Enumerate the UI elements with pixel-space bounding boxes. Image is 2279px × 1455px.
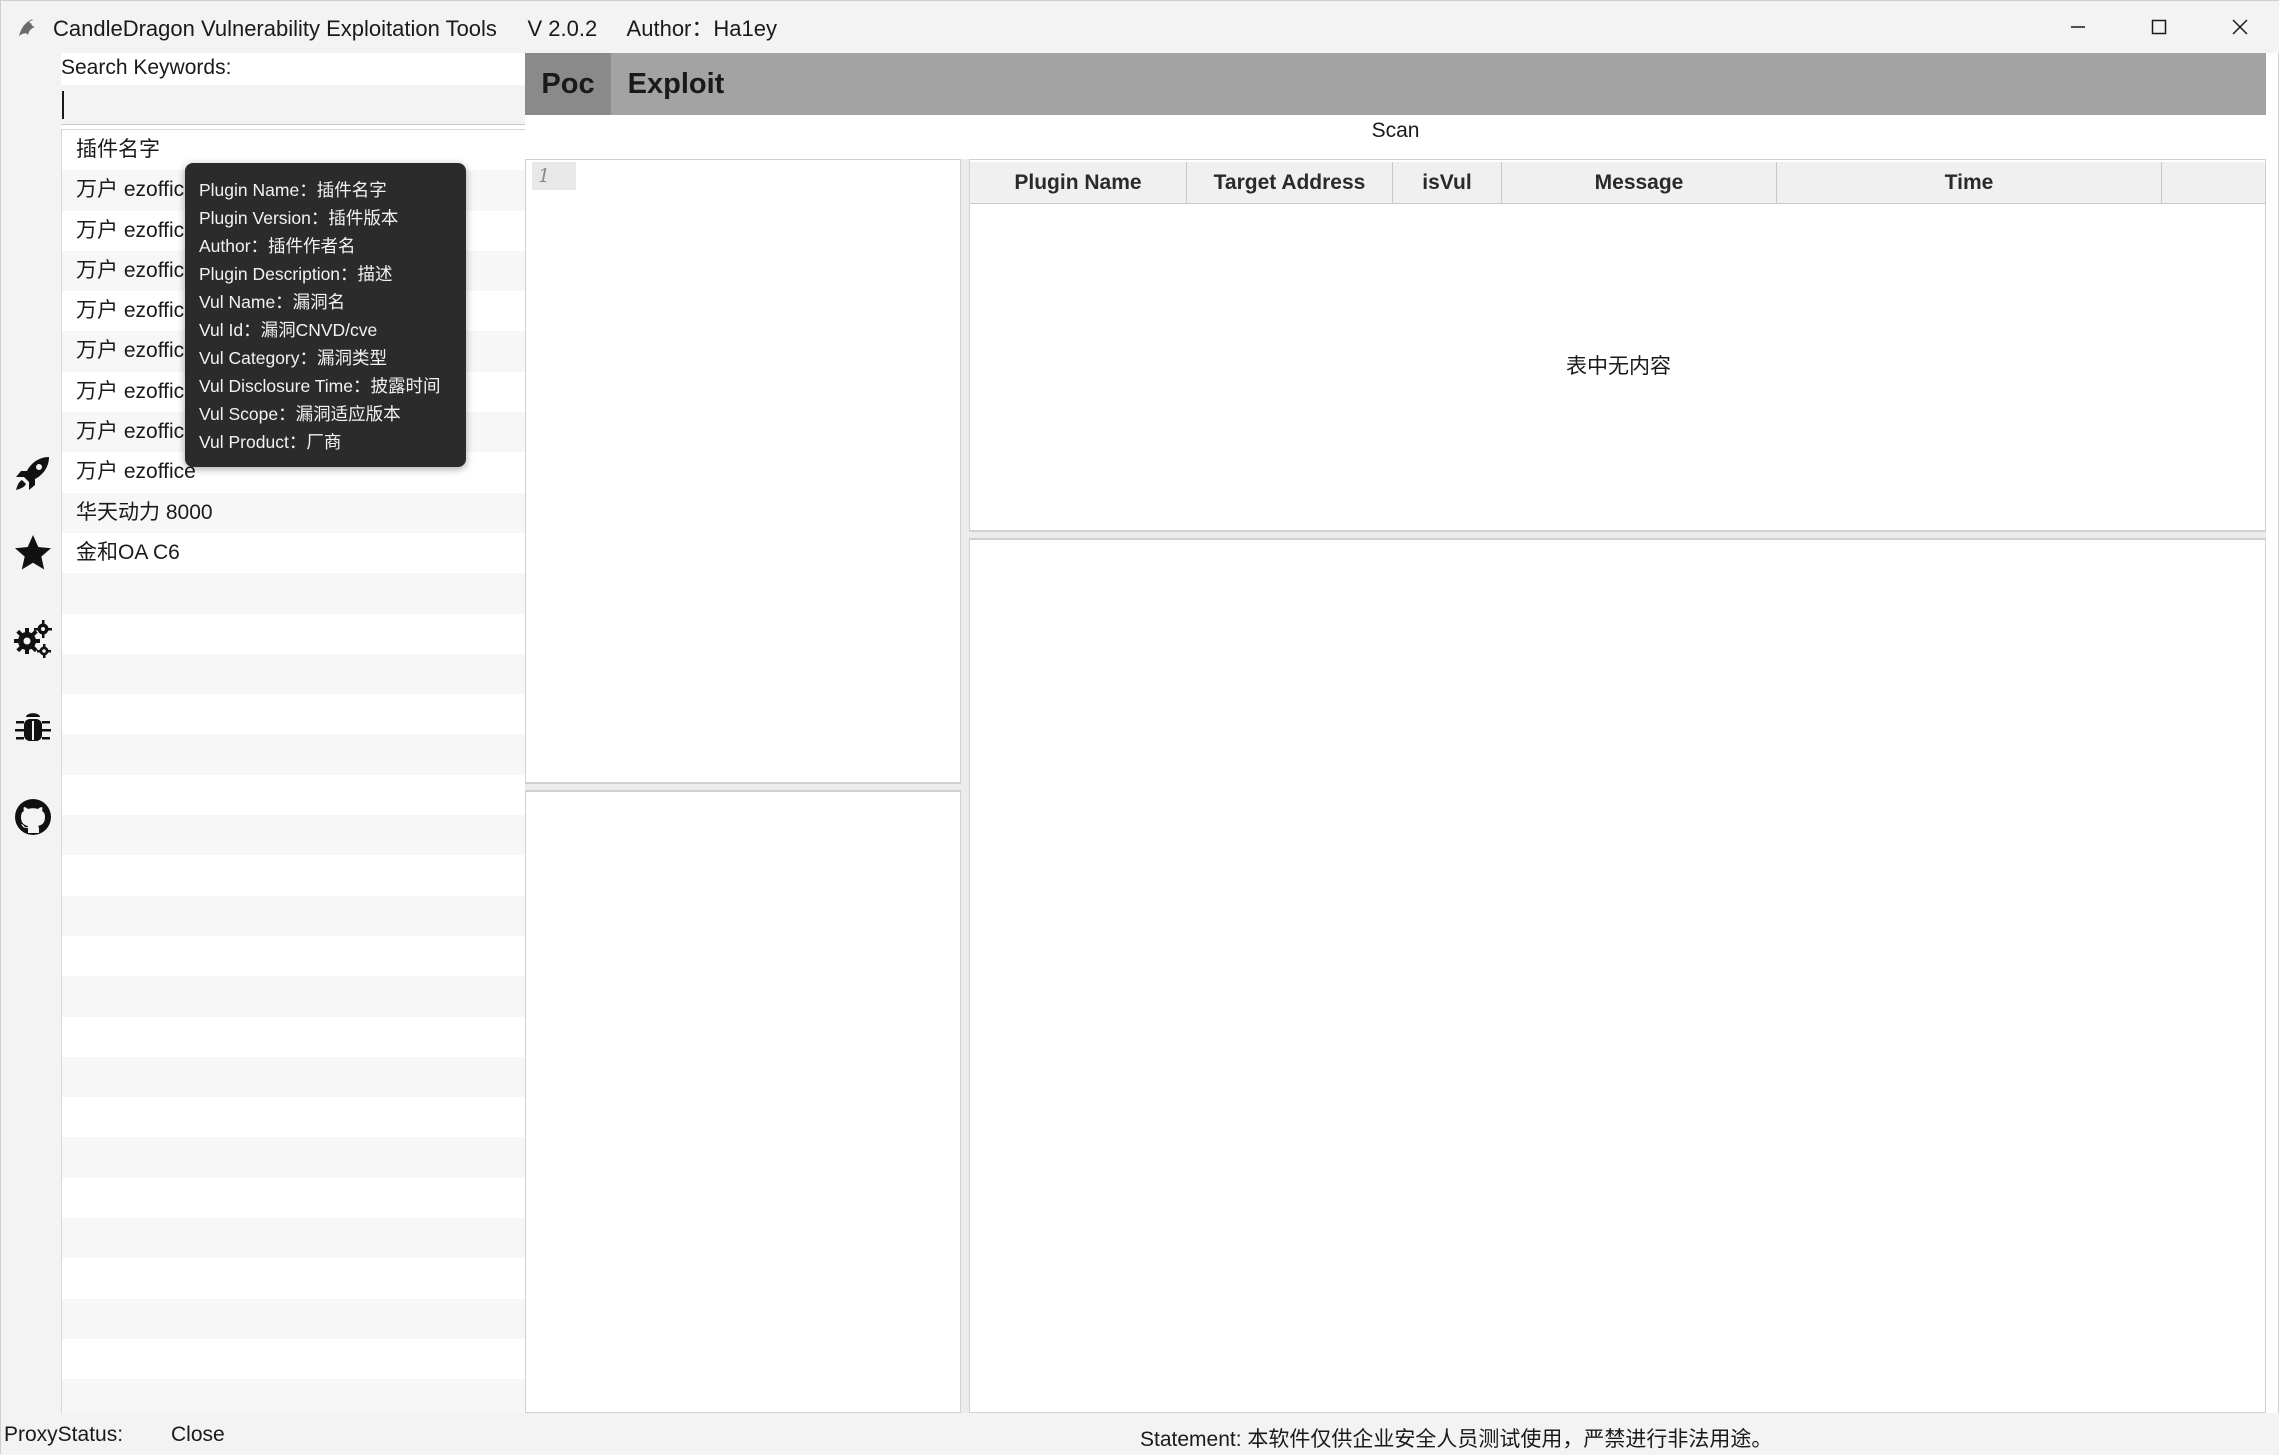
dragon-logo-icon [19, 19, 35, 36]
editor-splitter[interactable] [525, 783, 961, 791]
star-icon [15, 535, 51, 570]
empty-list-row [62, 1298, 525, 1339]
vertical-splitter[interactable] [961, 159, 969, 1413]
empty-list-row [62, 614, 525, 654]
empty-list-row [62, 653, 525, 695]
empty-list-row [62, 1097, 525, 1137]
status-bar: ProxyStatus: Close Statement: 本软件仅供企业安全人… [1, 1413, 2279, 1455]
close-button[interactable] [2199, 1, 2279, 53]
app-window: CandleDragon Vulnerability Exploitation … [0, 0, 2279, 1455]
tooltip-line: Author：插件作者名 [199, 236, 356, 256]
column-header-message[interactable]: Message [1502, 162, 1777, 204]
statement-text: Statement: 本软件仅供企业安全人员测试使用，严禁进行非法用途。 [1140, 1428, 1773, 1451]
tooltip-line: Plugin Version：插件版本 [199, 208, 399, 228]
empty-list-row [62, 1258, 525, 1298]
empty-list-row [62, 573, 525, 614]
empty-list-row [62, 855, 525, 895]
tooltip-line: Vul Disclosure Time：披露时间 [199, 376, 441, 396]
empty-list-row [62, 775, 525, 815]
table-empty-message: 表中无内容 [1566, 355, 1671, 378]
proxy-status-value: Close [171, 1423, 225, 1446]
maximize-icon [2151, 19, 2166, 35]
column-header-plugin-name[interactable]: Plugin Name [970, 162, 1187, 204]
results-table[interactable]: Plugin Name Target Address isVul Message… [969, 159, 2266, 531]
side-icon-bar [1, 53, 61, 1413]
window-controls [2037, 1, 2279, 53]
rocket-icon [16, 457, 49, 490]
tooltip-line: Plugin Name：插件名字 [199, 180, 387, 200]
empty-list-row [62, 1137, 525, 1178]
tab-bar: Poc Exploit [525, 53, 2266, 115]
result-detail-pane[interactable] [969, 539, 2266, 1413]
column-header-time[interactable]: Time [1777, 162, 2162, 204]
tooltip-line: Vul Name：漏洞名 [199, 292, 346, 312]
empty-list-row [62, 1056, 525, 1098]
empty-list-row [62, 1339, 525, 1379]
favorites-button[interactable] [13, 533, 53, 573]
list-item[interactable]: 金和OA C6 [62, 533, 525, 573]
bug-icon [15, 713, 51, 741]
empty-list-row [62, 1218, 525, 1259]
empty-list-row [62, 895, 525, 936]
proxy-status-label: ProxyStatus: [4, 1423, 124, 1446]
minimize-icon [2070, 26, 2085, 28]
tooltip-line: Vul Scope：漏洞适应版本 [199, 404, 401, 424]
empty-list-row [62, 936, 525, 976]
rocket-button[interactable] [13, 453, 53, 493]
empty-list-row [62, 815, 525, 856]
title-bar: CandleDragon Vulnerability Exploitation … [1, 1, 2279, 53]
horizontal-splitter[interactable] [969, 531, 2266, 539]
github-icon [15, 799, 51, 835]
tooltip-line: Vul Id：漏洞CNVD/cve [199, 320, 378, 340]
maximize-button[interactable] [2118, 1, 2199, 53]
bug-button[interactable] [13, 707, 53, 747]
gears-icon [14, 620, 52, 658]
tooltip-line: Vul Product：厂商 [199, 432, 342, 452]
target-editor[interactable]: 1 [525, 159, 961, 783]
table-header: Plugin Name Target Address isVul Message… [970, 162, 2265, 204]
window-title: CandleDragon Vulnerability Exploitation … [53, 16, 777, 41]
line-number: 1 [532, 162, 576, 190]
column-header-target-address[interactable]: Target Address [1187, 162, 1393, 204]
empty-list-row [62, 1017, 525, 1057]
tab-exploit[interactable]: Exploit [611, 53, 741, 115]
minimize-button[interactable] [2037, 1, 2118, 53]
tab-poc[interactable]: Poc [525, 53, 611, 115]
search-label: Search Keywords: [61, 56, 232, 79]
empty-list-row [62, 1178, 525, 1218]
tooltip-line: Plugin Description：描述 [199, 264, 393, 284]
tooltip-line: Vul Category：漏洞类型 [199, 348, 388, 368]
column-header-isvul[interactable]: isVul [1393, 162, 1502, 204]
log-editor[interactable] [525, 791, 961, 1413]
empty-list-row [62, 1379, 525, 1413]
close-icon [2231, 19, 2248, 35]
github-button[interactable] [13, 797, 53, 837]
settings-button[interactable] [13, 619, 53, 659]
scan-button[interactable]: Scan [525, 119, 2266, 143]
empty-list-row [62, 694, 525, 734]
empty-list-row [62, 976, 525, 1017]
list-item[interactable]: 华天动力 8000 [62, 492, 525, 533]
empty-list-row [62, 734, 525, 775]
plugin-info-tooltip: Plugin Name：插件名字 Plugin Version：插件版本 Aut… [185, 163, 466, 467]
text-caret [62, 91, 64, 119]
search-input[interactable] [61, 85, 525, 125]
